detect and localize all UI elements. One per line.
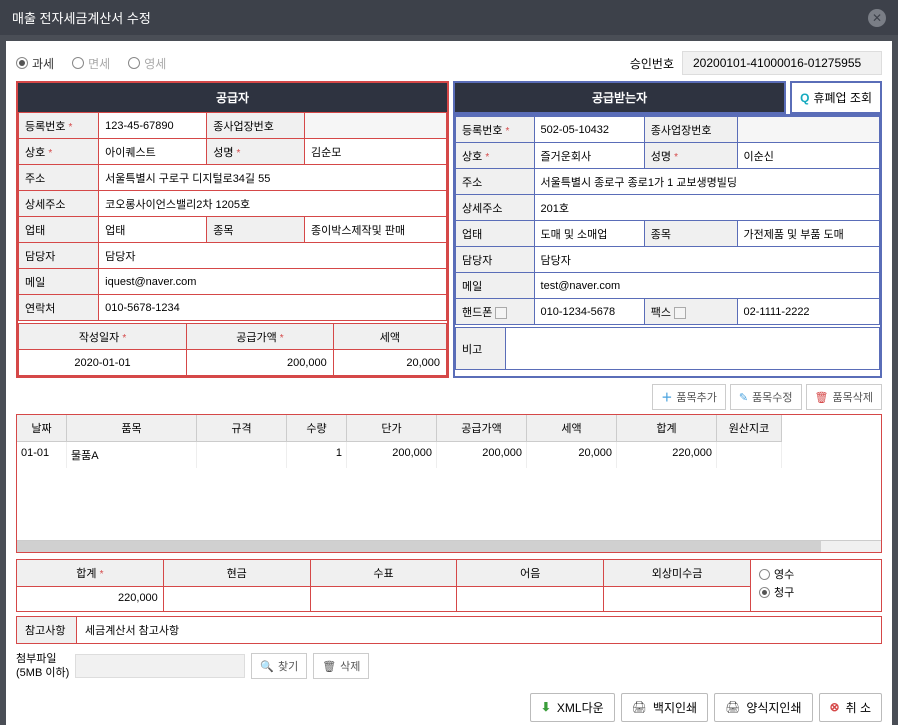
search-icon: 🔍 [260,660,274,673]
print-icon: 🖨 [632,700,647,714]
buyer-addr[interactable]: 서울특별시 종로구 종로1가 1 교보생명빌딩 [534,169,879,195]
search-icon: Q [800,91,809,105]
tax-type-exempt[interactable]: 면세 [72,55,110,72]
attach-label: 첨부파일(5MB 이하) [16,652,69,681]
supplier-addr2[interactable]: 코오롱사이언스밸리2차 1205호 [99,191,447,217]
supplier-biztype[interactable]: 업태 [99,217,207,243]
supply-amount: 200,000 [187,350,334,376]
close-icon[interactable]: ✕ [868,9,886,27]
total-note[interactable] [457,587,603,611]
supplier-bizkind[interactable]: 종이박스제작및 판매 [304,217,446,243]
buyer-ceo[interactable]: 이순신 [737,143,880,169]
buyer-bizkind[interactable]: 가전제품 및 부품 도매 [737,221,880,247]
supplier-phone[interactable]: 010-5678-1234 [99,295,447,321]
buyer-manager[interactable]: 담당자 [534,247,879,273]
table-row[interactable]: 01-01 물품A 1 200,000 200,000 20,000 220,0… [17,442,881,468]
supplier-panel: 공급자 등록번호 * 123-45-67890 종사업장번호 상호 * 아이퀘스… [16,81,449,378]
buyer-company[interactable]: 즐거운회사 [534,143,644,169]
plus-icon: ＋ [661,389,672,405]
buyer-mobile[interactable]: 010-1234-5678 [534,299,644,325]
print-icon: 🖨 [725,700,740,714]
approval-number: 20200101-41000016-01275955 [682,51,882,75]
total-sum: 220,000 [17,587,163,611]
edit-item-button[interactable]: ✎품목수정 [730,384,802,410]
supplier-sub-biz[interactable] [304,113,446,139]
mobile-checkbox[interactable] [495,307,507,319]
supplier-addr[interactable]: 서울특별시 구로구 디지털로34길 55 [99,165,447,191]
buyer-sub-biz[interactable] [737,117,880,143]
tax-amount: 20,000 [333,350,446,376]
buyer-header: 공급받는자 [453,81,786,114]
remark-field[interactable] [506,328,880,370]
title-bar: 매출 전자세금계산서 수정 ✕ [0,0,898,35]
supplier-email[interactable]: iquest@naver.com [99,269,447,295]
business-status-lookup-button[interactable]: Q휴폐업 조회 [790,81,882,114]
tax-type-zero[interactable]: 영세 [128,55,166,72]
buyer-email[interactable]: test@naver.com [534,273,879,299]
attach-path-input[interactable] [75,654,245,678]
add-item-button[interactable]: ＋품목추가 [652,384,725,410]
supplier-company[interactable]: 아이퀘스트 [99,139,207,165]
dialog-content: 과세 면세 영세 승인번호 20200101-41000016-01275955… [6,41,892,725]
buyer-panel: 등록번호 * 502-05-10432 종사업장번호 상호 * 즐거운회사 성명… [453,114,882,378]
edit-icon: ✎ [739,391,748,404]
approval-label: 승인번호 [630,55,674,72]
totals-row: 합계 * 220,000 현금 수표 어음 외상미수금 영수 청구 [16,559,882,612]
cancel-button[interactable]: ⊗취 소 [819,693,882,722]
window-title: 매출 전자세금계산서 수정 [12,8,151,27]
form-print-button[interactable]: 🖨양식지인쇄 [714,693,812,722]
cancel-icon: ⊗ [830,700,840,714]
attach-find-button[interactable]: 🔍찾기 [251,653,307,679]
trash-icon: 🗑 [322,660,336,673]
buyer-biztype[interactable]: 도매 및 소매업 [534,221,644,247]
blank-print-button[interactable]: 🖨백지인쇄 [621,693,708,722]
trash-icon: 🗑 [815,391,829,404]
items-grid: 날짜 품목 규격 수량 단가 공급가액 세액 합계 원산지코 01-01 물품A… [16,414,882,553]
write-date[interactable]: 2020-01-01 [19,350,187,376]
claim-radio[interactable]: 청구 [759,584,873,600]
supplier-reg-no[interactable]: 123-45-67890 [99,113,207,139]
fax-checkbox[interactable] [674,307,686,319]
total-credit[interactable] [604,587,750,611]
buyer-reg-no[interactable]: 502-05-10432 [534,117,644,143]
supplier-header: 공급자 [18,83,447,112]
xml-download-button[interactable]: ⬇XML다운 [530,693,615,722]
download-icon: ⬇ [541,700,551,714]
delete-item-button[interactable]: 🗑품목삭제 [806,384,882,410]
buyer-fax[interactable]: 02-1111-2222 [737,299,880,325]
tax-type-taxable[interactable]: 과세 [16,55,54,72]
total-check[interactable] [311,587,457,611]
attach-delete-button[interactable]: 🗑삭제 [313,653,369,679]
notes-field[interactable]: 세금계산서 참고사항 [77,617,881,643]
supplier-manager[interactable]: 담당자 [99,243,447,269]
tax-type-group: 과세 면세 영세 [16,55,166,72]
receipt-radio[interactable]: 영수 [759,566,873,582]
grid-horizontal-scrollbar[interactable] [17,540,881,552]
buyer-addr2[interactable]: 201호 [534,195,879,221]
total-cash[interactable] [164,587,310,611]
supplier-ceo[interactable]: 김순모 [304,139,446,165]
